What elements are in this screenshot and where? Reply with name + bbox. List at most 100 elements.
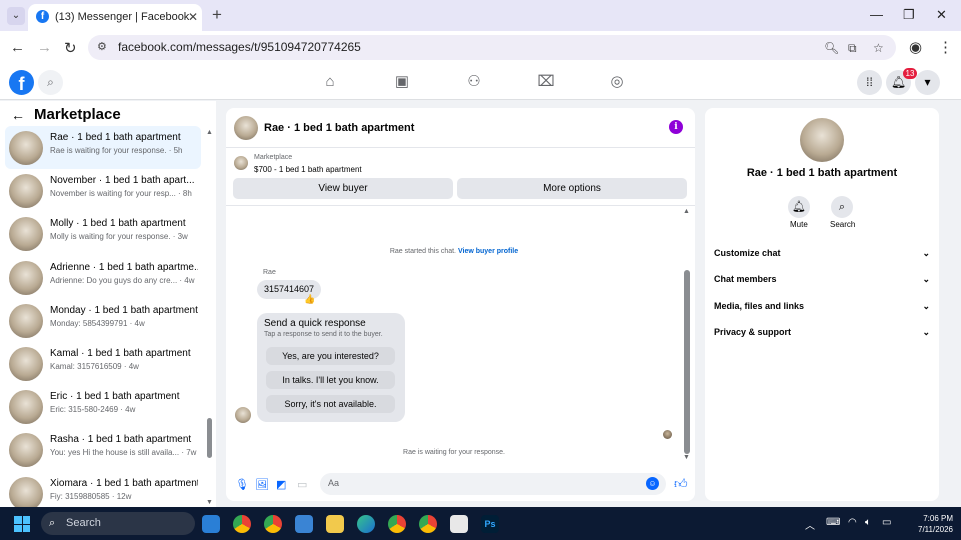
info-icon[interactable]: i [669,120,683,134]
conversation-item[interactable]: Monday · 1 bed 1 bath apartment Monday: … [5,299,201,342]
avatar[interactable] [234,116,258,140]
sidebar-title: Marketplace [34,106,121,123]
conversation-item[interactable]: Kamal · 1 bed 1 bath apartment Kamal: 31… [5,342,201,385]
avatar [9,131,43,165]
microphone-icon[interactable]: 🎙︎ [235,478,249,491]
customize-chat-section[interactable]: Customize chat ⌄ [714,244,930,262]
bookmark-star-icon[interactable]: ☆ [873,41,884,55]
menu-grid-icon[interactable]: ⁞⁞ [857,70,882,95]
volume-icon[interactable]: 🔈︎ [865,517,871,528]
conversation-item[interactable]: Eric · 1 bed 1 bath apartment Eric: 315-… [5,385,201,428]
conversation-name: Rae · 1 bed 1 bath apartment [50,132,181,143]
restore-icon[interactable]: ❐ [903,7,915,23]
view-buyer-profile-link[interactable]: View buyer profile [458,248,518,255]
browser-tab[interactable]: f (13) Messenger | Facebook ✕ [28,4,202,31]
back-arrow-icon[interactable]: ← [11,107,25,123]
chrome-icon[interactable] [233,515,251,533]
back-icon[interactable]: ← [10,39,25,56]
site-info-icon[interactable]: ⚙ [97,40,107,53]
search-icon[interactable]: ⌕ [831,196,853,218]
emoji-icon[interactable]: ☺ [646,477,659,490]
system-clock[interactable]: 7:06 PM 7/11/2026 [903,513,953,535]
quick-response-title: Send a quick response [264,318,366,329]
windows-start-icon[interactable] [14,516,30,532]
scroll-down-arrow-icon[interactable]: ▼ [683,454,690,461]
chrome-profile-icon[interactable] [264,515,282,533]
profile-icon[interactable]: ◉ [909,38,922,56]
waiting-notice: Rae is waiting for your response. [403,449,505,456]
gif-icon[interactable]: ▭ [297,478,307,491]
conversation-item[interactable]: Adrienne · 1 bed 1 bath apartme... Adrie… [5,256,201,299]
reload-icon[interactable]: ↻ [64,39,77,57]
view-buyer-button[interactable]: View buyer [233,178,453,199]
privacy-support-section[interactable]: Privacy & support ⌄ [714,323,930,341]
scroll-up-arrow-icon[interactable]: ▲ [206,129,213,136]
marketplace-icon[interactable]: ⌧ [536,72,556,92]
conversation-item[interactable]: Molly · 1 bed 1 bath apartment Molly is … [5,212,201,255]
scroll-down-arrow-icon[interactable]: ▼ [206,499,213,506]
sidebar-scrollbar-thumb[interactable] [207,418,212,458]
chrome-alt-icon[interactable] [419,515,437,533]
window-close-icon[interactable]: ✕ [936,7,947,23]
file-explorer-icon[interactable] [326,515,344,533]
home-icon[interactable]: ⌂ [320,72,340,92]
minimize-icon[interactable]: — [870,7,883,22]
video-icon[interactable]: ▣ [392,72,412,92]
friends-icon[interactable]: ⚇ [464,72,484,92]
tray-chevron-icon[interactable]: ︿ [805,517,815,532]
chrome-work-icon[interactable] [388,515,406,533]
snipping-tool-icon[interactable] [450,515,468,533]
keyboard-icon[interactable]: ⌨ [826,517,840,528]
message-input[interactable]: Aa ☺ [320,473,666,495]
avatar[interactable] [800,118,844,162]
media-files-links-section[interactable]: Media, files and links ⌄ [714,297,930,315]
section-label: Customize chat [714,248,781,258]
avatar [9,260,43,295]
store-icon[interactable] [295,515,313,533]
battery-icon[interactable]: ▭ [882,517,891,528]
wifi-icon[interactable]: ◠ [848,517,857,528]
edge-icon[interactable] [357,515,375,533]
tab-search-chevron-icon[interactable]: ⌄ [7,7,25,25]
mute-bell-icon[interactable]: 🔔︎ [788,196,810,218]
conversation-name: November · 1 bed 1 bath apart... [50,175,195,187]
vscode-icon[interactable] [202,515,220,533]
forward-icon[interactable]: → [37,39,52,56]
conversation-preview: You: yes Hi the house is still availa...… [50,448,197,458]
zoom-icon[interactable]: 🔍︎ [824,41,839,55]
scroll-up-arrow-icon[interactable]: ▲ [683,208,690,215]
facebook-search-icon[interactable]: ⌕ [38,70,63,95]
conversation-name: Adrienne · 1 bed 1 bath apartme... [50,261,198,273]
tab-close-icon[interactable]: ✕ [188,10,198,24]
chat-title[interactable]: Rae · 1 bed 1 bath apartment [264,122,414,134]
quick-response-option[interactable]: In talks. I'll let you know. [266,371,395,389]
conversation-preview: Eric: 315-580-2469 · 4w [50,405,136,415]
more-options-button[interactable]: More options [457,178,687,199]
conversation-item[interactable]: November · 1 bed 1 bath apart... Novembe… [5,169,201,212]
facebook-logo-icon[interactable]: f [9,70,34,95]
groups-icon[interactable]: ◎ [607,72,627,92]
conversation-preview: Molly is waiting for your response. · 3w [50,232,188,242]
new-tab-icon[interactable]: + [212,5,222,25]
taskbar-search[interactable]: ⌕ Search [41,512,195,535]
omnibox[interactable]: ⚙ facebook.com/messages/t/95109472077426… [88,35,896,60]
conversation-item[interactable]: Rasha · 1 bed 1 bath apartment You: yes … [5,428,201,471]
chat-scrollbar-thumb[interactable] [684,270,690,454]
details-name: Rae · 1 bed 1 bath apartment [746,167,898,179]
quick-response-option[interactable]: Yes, are you interested? [266,347,395,365]
avatar [9,433,43,468]
url-text[interactable]: facebook.com/messages/t/951094720774265 [118,40,361,54]
listing-title[interactable]: $700 - 1 bed 1 bath apartment [254,165,362,174]
marketplace-label: Marketplace [254,154,293,161]
photoshop-icon[interactable]: Ps [481,515,499,533]
browser-menu-icon[interactable]: ⋮ [938,38,953,56]
chat-members-section[interactable]: Chat members ⌄ [714,270,930,288]
sticker-icon[interactable]: ◩ [276,478,286,491]
account-chevron-icon[interactable]: ▾ [915,70,940,95]
install-app-icon[interactable]: ⧉ [848,41,857,56]
quick-response-option[interactable]: Sorry, it's not available. [266,395,395,413]
conversation-item[interactable]: Rae · 1 bed 1 bath apartment Rae is wait… [5,126,201,170]
photo-icon[interactable]: 🖼︎ [255,478,269,491]
thumbs-up-send-icon[interactable]: 👍︎ [674,476,688,492]
tab-title: (13) Messenger | Facebook [55,11,190,23]
